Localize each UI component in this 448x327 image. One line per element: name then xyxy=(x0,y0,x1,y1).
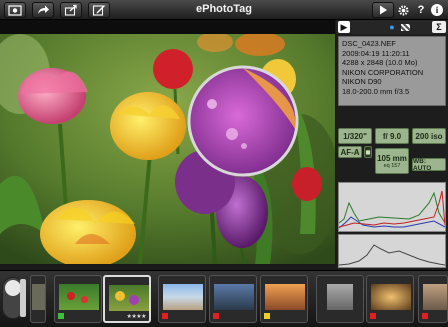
exif-datetime: 2009:04:19 11:20:11 xyxy=(342,48,410,58)
photos-button[interactable] xyxy=(4,2,26,18)
focal-equivalent: eq 157 xyxy=(383,162,401,169)
thumb-sunset[interactable] xyxy=(260,275,308,323)
focal-length: 105 mm eq 157 xyxy=(375,148,409,174)
globe-icon: ● xyxy=(389,22,395,32)
gear-icon xyxy=(397,4,409,16)
export-button[interactable] xyxy=(60,2,82,18)
play-button[interactable] xyxy=(372,2,394,18)
share-icon xyxy=(38,5,49,14)
rating-stars[interactable]: ★★★★ xyxy=(126,313,146,320)
thumb-tulips[interactable]: ★★★★ xyxy=(103,275,151,323)
tab-globe[interactable]: ● xyxy=(386,21,398,33)
red-flag-icon xyxy=(370,313,376,319)
thumb-beach[interactable] xyxy=(158,275,206,323)
photo-header-strip xyxy=(0,20,335,34)
play-icon: ▶ xyxy=(340,21,348,32)
info-button[interactable]: i xyxy=(431,4,443,16)
shutter-speed: 1/320" xyxy=(338,128,372,144)
thumbnail-image xyxy=(265,284,305,310)
tab-flag[interactable] xyxy=(399,21,411,33)
thumbnail-image xyxy=(109,285,149,311)
flag-icon xyxy=(400,23,410,31)
top-toolbar: ePhotoTag ? i xyxy=(0,0,448,20)
luminance-histogram xyxy=(338,234,446,268)
filmstrip: ★★★★ xyxy=(0,270,448,327)
info-icon: i xyxy=(435,5,439,15)
edit-button[interactable] xyxy=(88,2,110,18)
thumbnail-image xyxy=(32,284,45,310)
sigma-icon: Σ xyxy=(436,22,442,32)
edit-icon xyxy=(92,5,105,16)
thumb-red-flowers[interactable] xyxy=(54,275,102,323)
exif-info-box: DSC_0423.NEF 2009:04:19 11:20:11 4288 x … xyxy=(338,36,446,106)
aperture: f/ 9.0 xyxy=(375,128,409,144)
exif-model: NIKON D90 xyxy=(342,77,382,86)
tab-sum[interactable]: Σ xyxy=(432,21,446,33)
exif-filename: DSC_0423.NEF xyxy=(342,39,396,48)
yellow-flag-icon xyxy=(264,313,270,319)
share-button[interactable] xyxy=(32,2,54,18)
main-photo[interactable] xyxy=(0,34,335,264)
iso: 200 iso xyxy=(412,128,446,144)
rgb-histogram xyxy=(338,182,446,232)
exif-make: NIKON CORPORATION xyxy=(342,67,424,77)
thumbnail-image xyxy=(423,284,447,310)
af-mode: AF-A xyxy=(338,146,362,158)
camera-settings: 1/320" f/ 9.0 200 iso AF-A ◼ 105 mm eq 1… xyxy=(338,128,446,176)
af-indicator: ◼ xyxy=(364,146,372,158)
green-flag-icon xyxy=(58,313,64,319)
exif-dimensions: 4288 x 2848 (10.0 Mo) xyxy=(342,58,418,67)
thumb-church[interactable] xyxy=(316,275,364,323)
thumb-mountain[interactable] xyxy=(209,275,257,323)
export-icon xyxy=(64,4,77,16)
tab-play[interactable]: ▶ xyxy=(338,21,350,33)
info-panel: ▶ ● Σ DSC_0423.NEF 2009:04:19 11:20:11 4… xyxy=(336,20,448,270)
red-flag-icon xyxy=(162,313,168,319)
rgb-histogram-graph xyxy=(338,190,446,229)
thumbnail-image xyxy=(214,284,254,310)
red-flag-icon xyxy=(213,313,219,319)
focal-value: 105 mm xyxy=(377,153,407,163)
filmstrip-scroll-handle[interactable] xyxy=(20,279,26,317)
thumbnail-image xyxy=(371,284,411,310)
luminance-histogram-graph xyxy=(338,244,446,266)
settings-button[interactable] xyxy=(396,3,410,17)
red-flag-icon xyxy=(422,313,428,319)
thumbnail-image xyxy=(327,284,353,310)
photos-icon xyxy=(8,5,22,16)
thumbnail-image xyxy=(163,284,203,310)
thumb-window[interactable] xyxy=(366,275,414,323)
panel-tabs: ▶ ● Σ xyxy=(336,20,448,34)
play-icon xyxy=(380,5,387,15)
exif-lens: 18.0-200.0 mm f/3.5 xyxy=(342,86,410,96)
question-icon: ? xyxy=(417,4,425,16)
tulip-photo-image xyxy=(0,34,335,264)
toggle-knob xyxy=(5,280,21,296)
help-button[interactable]: ? xyxy=(414,3,428,17)
white-balance: WB: AUTO xyxy=(412,158,446,172)
thumb-building[interactable] xyxy=(418,275,448,323)
app-title: ePhotoTag xyxy=(195,3,252,15)
thumbnail-image xyxy=(59,284,99,310)
thumb-partial[interactable] xyxy=(30,275,46,323)
